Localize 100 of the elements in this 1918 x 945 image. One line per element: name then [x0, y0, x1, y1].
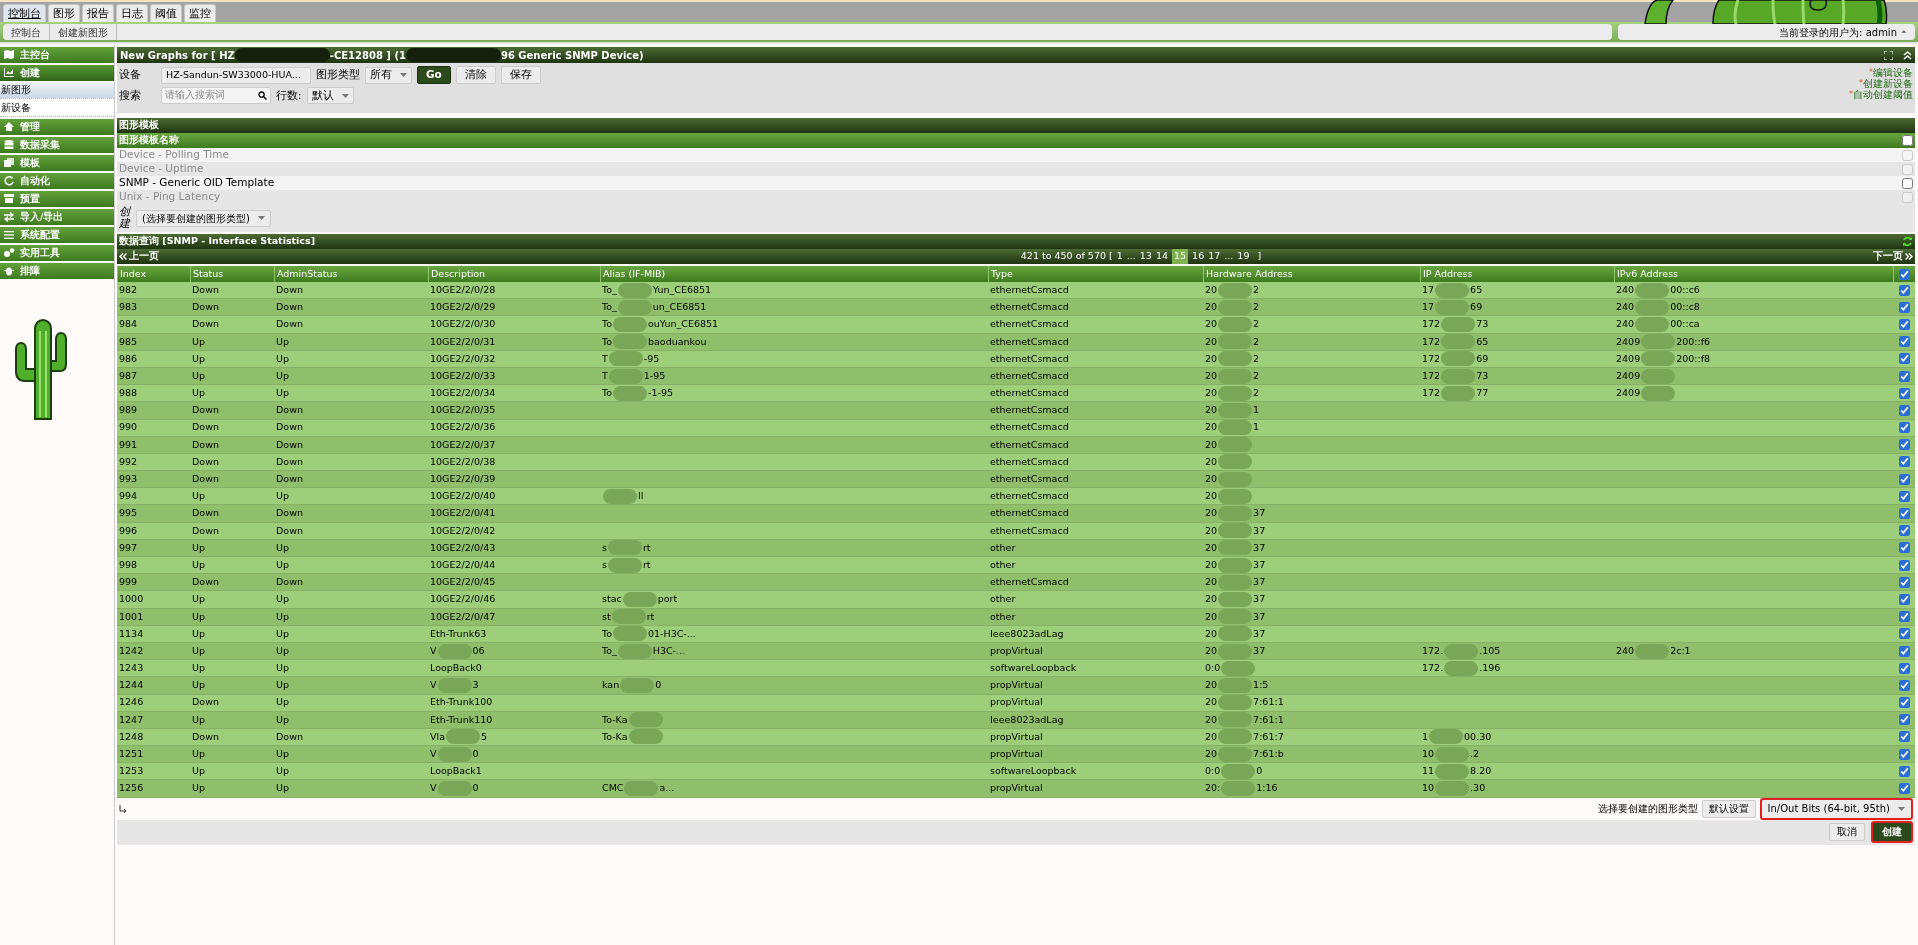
sidebar-item[interactable]: 数据采集: [0, 137, 114, 153]
row-checkbox[interactable]: [1898, 576, 1910, 588]
breadcrumb-link[interactable]: 创建新图形: [50, 24, 117, 40]
row-checkbox[interactable]: [1898, 404, 1910, 416]
table-row[interactable]: 995 Down Down 10GE2/2/0/41 ethernetCsmacd 20 37: [117, 505, 1915, 523]
nav-tab[interactable]: 日志: [116, 4, 148, 22]
sidebar-subitem[interactable]: 新设备: [0, 101, 114, 117]
page-link[interactable]: ...: [1224, 249, 1234, 264]
sidebar-item[interactable]: 排障: [0, 263, 114, 279]
row-checkbox[interactable]: [1898, 473, 1910, 485]
rows-select[interactable]: 默认: [306, 87, 354, 104]
create-button[interactable]: 创建: [1871, 821, 1913, 844]
search-field[interactable]: 请输入搜索词: [161, 87, 271, 104]
sidebar-subitem[interactable]: 新图形: [0, 83, 114, 99]
default-settings-button[interactable]: 默认设置: [1701, 799, 1756, 818]
sidebar-item[interactable]: 管理: [0, 119, 114, 135]
select-all-checkbox[interactable]: [1899, 268, 1910, 280]
table-row[interactable]: 984 Down Down 10GE2/2/0/30 To ouYun_CE6851 ethernetCsmacd 20 2 172 73 240 00::ca: [117, 316, 1915, 334]
table-row[interactable]: 994 Up Up 10GE2/2/0/40 ll ethernetCsmacd 20: [117, 488, 1915, 506]
page-link[interactable]: 14: [1155, 249, 1168, 264]
device-select[interactable]: HZ-Sandun-SW33000-HUA...: [161, 66, 311, 84]
sidebar-item[interactable]: 模板: [0, 155, 114, 171]
row-checkbox[interactable]: [1898, 370, 1910, 382]
nav-tab[interactable]: 报告: [82, 4, 114, 22]
page-link[interactable]: 16: [1192, 249, 1205, 264]
action-button[interactable]: 清除: [455, 66, 496, 84]
table-row[interactable]: 983 Down Down 10GE2/2/0/29 To_ un_CE6851 ethernetCsmacd 20 2 17 69 240 00::c8: [117, 299, 1915, 317]
table-row[interactable]: 1251 Up Up V 0 propVirtual 20 7:61:b 10 .2: [117, 746, 1915, 764]
row-checkbox[interactable]: [1898, 714, 1910, 726]
table-cell: 8.20: [1470, 764, 1492, 779]
sidebar-item[interactable]: 导入/导出: [0, 209, 114, 225]
table-row[interactable]: 1253 Up Up LoopBack1 softwareLoopback 0:0 0 11 8.20: [117, 763, 1915, 781]
row-checkbox[interactable]: [1898, 611, 1910, 623]
breadcrumb-link[interactable]: 控制台: [3, 24, 50, 40]
row-checkbox[interactable]: [1902, 177, 1913, 189]
row-checkbox[interactable]: [1898, 439, 1910, 451]
next-page-link[interactable]: 下一页: [1713, 249, 1913, 264]
row-checkbox[interactable]: [1898, 387, 1910, 399]
table-row[interactable]: 1244 Up Up V 3 kan 0 propVirtual 20 1:5: [117, 677, 1915, 695]
page-link[interactable]: 19: [1237, 249, 1250, 264]
row-checkbox[interactable]: [1898, 353, 1910, 365]
graph-type-select[interactable]: In/Out Bits (64-bit, 95th): [1759, 797, 1913, 820]
graph-type-select[interactable]: 所有: [365, 66, 412, 84]
table-row[interactable]: 1243 Up Up LoopBack0 softwareLoopback 0:0 172. .196: [117, 660, 1915, 678]
page-link[interactable]: ...: [1126, 249, 1136, 264]
fullscreen-icon[interactable]: [1884, 50, 1893, 60]
sidebar-item[interactable]: 主控台: [0, 47, 114, 63]
row-checkbox[interactable]: [1898, 731, 1910, 743]
collapse-icon[interactable]: [1903, 50, 1912, 60]
table-row[interactable]: 989 Down Down 10GE2/2/0/35 ethernetCsmacd 20 1: [117, 402, 1915, 420]
row-checkbox[interactable]: [1898, 765, 1910, 777]
nav-tab[interactable]: 控制台: [3, 4, 46, 22]
row-checkbox[interactable]: [1898, 508, 1910, 520]
row-checkbox[interactable]: [1898, 559, 1910, 571]
row-checkbox[interactable]: [1898, 645, 1910, 657]
sidebar-item[interactable]: 自动化: [0, 173, 114, 189]
nav-tab[interactable]: 阈值: [150, 4, 182, 22]
graph-type-select[interactable]: (选择要创建的图形类型): [136, 209, 271, 227]
row-checkbox[interactable]: [1898, 748, 1910, 760]
sidebar-item[interactable]: 创建: [0, 65, 114, 81]
table-row[interactable]: 982 Down Down 10GE2/2/0/28 To_ Yun_CE6851 ethernetCsmacd 20 2 17 65 240 00::c6: [117, 282, 1915, 300]
row-checkbox[interactable]: [1898, 783, 1910, 795]
table-row[interactable]: 998 Up Up 10GE2/2/0/44 s rt other 20 37: [117, 557, 1915, 575]
sidebar-item[interactable]: 系统配置: [0, 227, 114, 243]
row-checkbox[interactable]: [1898, 679, 1910, 691]
row-checkbox[interactable]: [1898, 697, 1910, 709]
action-button[interactable]: 保存: [500, 66, 541, 84]
side-link[interactable]: 自动创建阈值: [1853, 89, 1913, 100]
row-checkbox[interactable]: [1898, 336, 1910, 348]
row-checkbox[interactable]: [1898, 662, 1910, 674]
side-link[interactable]: 创建新设备: [1863, 78, 1913, 89]
table-row[interactable]: 999 Down Down 10GE2/2/0/45 ethernetCsmacd 20 37: [117, 574, 1915, 592]
cancel-button[interactable]: 取消: [1829, 823, 1865, 842]
row-checkbox[interactable]: [1898, 525, 1910, 537]
row-checkbox[interactable]: [1898, 422, 1910, 434]
side-link[interactable]: 编辑设备: [1873, 67, 1913, 78]
page-link[interactable]: 17: [1208, 249, 1221, 264]
previous-page-link[interactable]: 上一页: [119, 249, 319, 264]
go-button[interactable]: Go: [417, 66, 451, 84]
sidebar-item[interactable]: 实用工具: [0, 245, 114, 261]
row-checkbox[interactable]: [1898, 318, 1910, 330]
select-all-checkbox[interactable]: [1902, 135, 1913, 146]
page-link[interactable]: 13: [1139, 249, 1152, 264]
sidebar-item[interactable]: 预置: [0, 191, 114, 207]
page-link[interactable]: 1: [1116, 249, 1123, 264]
row-checkbox[interactable]: [1898, 301, 1910, 313]
row-checkbox[interactable]: [1898, 628, 1910, 640]
row-checkbox[interactable]: [1898, 542, 1910, 554]
row-checkbox[interactable]: [1898, 593, 1910, 605]
row-checkbox[interactable]: [1898, 284, 1910, 296]
template-row[interactable]: SNMP - Generic OID Template: [117, 176, 1915, 190]
row-checkbox[interactable]: [1898, 490, 1910, 502]
table-row[interactable]: 993 Down Down 10GE2/2/0/39 ethernetCsmacd 20: [117, 471, 1915, 489]
row-checkbox[interactable]: [1898, 456, 1910, 468]
nav-tab[interactable]: 图形: [48, 4, 80, 22]
table-row[interactable]: 1256 Up Up V 0 CMC a... propVirtual 20: 1:16 10 .30: [117, 780, 1915, 798]
nav-tab[interactable]: 监控: [184, 4, 216, 22]
refresh-icon[interactable]: [1902, 236, 1913, 247]
table-row[interactable]: 988 Up Up 10GE2/2/0/34 To -1-95 ethernetCsmacd 20 2 172 77 2409: [117, 385, 1915, 403]
table-row[interactable]: 1000 Up Up 10GE2/2/0/46 stac port other 20 37: [117, 591, 1915, 609]
